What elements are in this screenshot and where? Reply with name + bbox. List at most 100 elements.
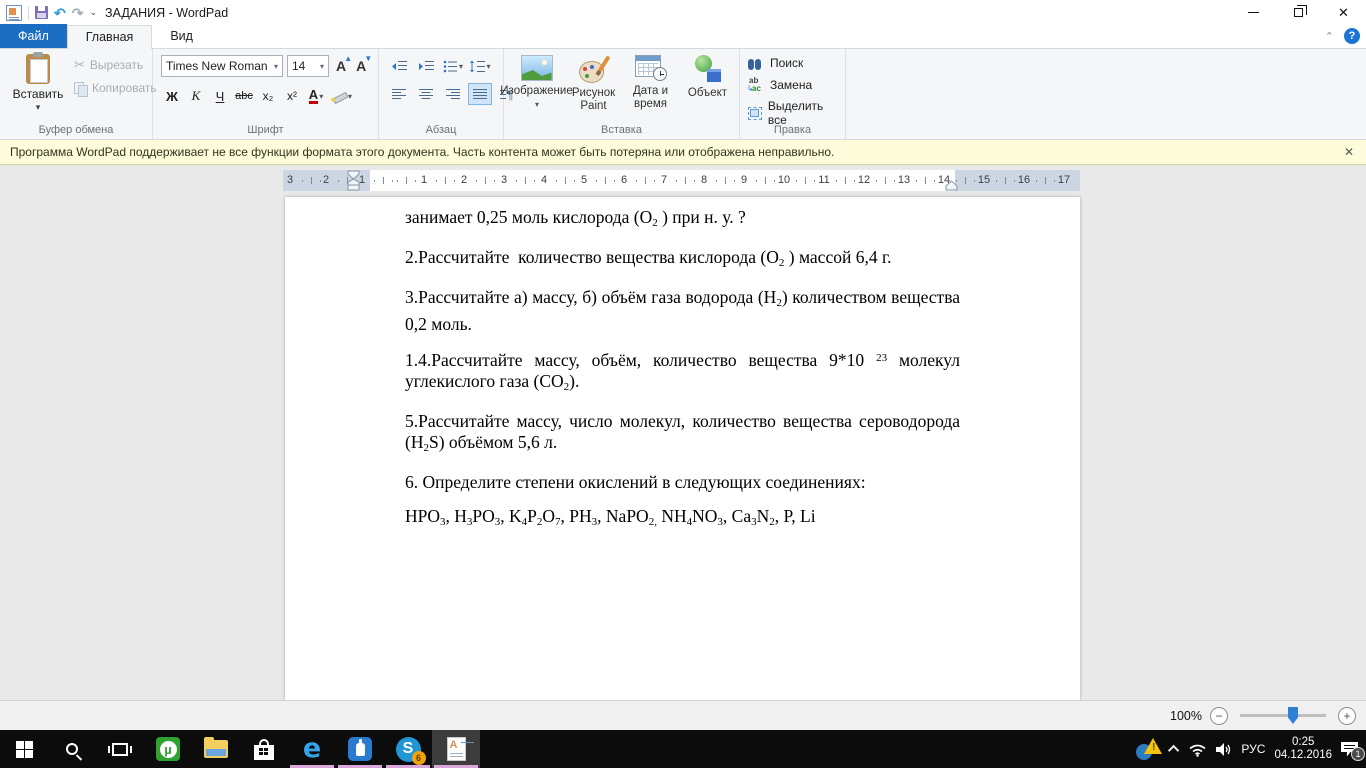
task-view-button[interactable]	[96, 730, 144, 768]
decrease-indent-button[interactable]	[387, 55, 411, 77]
action-center-icon[interactable]: 1	[1341, 742, 1358, 757]
replace-button[interactable]: ab↳ac Замена	[748, 77, 845, 92]
indent-marker-right[interactable]	[945, 170, 959, 191]
start-button[interactable]	[0, 730, 48, 768]
cut-button[interactable]: ✂ Вырезать	[74, 57, 157, 73]
language-indicator[interactable]: РУС	[1241, 742, 1265, 756]
taskbar-skype-button[interactable]: S 6	[384, 730, 432, 768]
ruler-number: 3	[287, 170, 293, 191]
date-time-button[interactable]: Дата и время	[622, 53, 679, 113]
ruler-tick	[311, 177, 312, 184]
paragraph[interactable]: 6. Определите степени окислений в следую…	[405, 472, 960, 493]
document-page[interactable]: занимает 0,25 моль кислорода (O2 ) при н…	[285, 197, 1080, 700]
underline-button[interactable]: Ч	[209, 85, 231, 107]
paragraph[interactable]: занимает 0,25 моль кислорода (O2 ) при н…	[405, 207, 960, 234]
align-right-button[interactable]	[441, 83, 465, 105]
justify-button[interactable]	[468, 83, 492, 105]
taskbar-wordpad-button[interactable]	[432, 730, 480, 768]
italic-button[interactable]: К	[185, 85, 207, 107]
restore-icon	[1294, 8, 1303, 17]
ruler-tick	[805, 177, 806, 184]
indent-marker-left[interactable]	[347, 170, 361, 191]
tab-file[interactable]: Файл	[0, 24, 67, 48]
ruler-tick	[534, 180, 535, 182]
ruler-number: 8	[701, 170, 707, 191]
paint-drawing-button[interactable]: Рисунок Paint	[565, 53, 622, 113]
close-button[interactable]: ✕	[1321, 0, 1366, 25]
select-all-button[interactable]: Выделить все	[748, 99, 845, 127]
redo-icon[interactable]: ↷	[72, 6, 84, 20]
minimize-button[interactable]	[1231, 0, 1276, 25]
bold-button[interactable]: Ж	[161, 85, 183, 107]
grow-font-button[interactable]: A▲	[333, 58, 349, 74]
paragraph[interactable]: 3.Рассчитайте а) массу, б) объём газа во…	[405, 287, 960, 335]
document-content[interactable]: занимает 0,25 моль кислорода (O2 ) при н…	[285, 197, 1080, 533]
ruler-tick	[645, 177, 646, 184]
insert-object-button[interactable]: Объект	[679, 53, 736, 113]
list-button[interactable]: ▾	[441, 55, 465, 77]
font-size-combobox[interactable]: 14 ▾	[287, 55, 329, 77]
ruler-tick	[302, 180, 303, 182]
insert-image-button[interactable]: Изображение ▾	[508, 53, 565, 113]
ruler-tick	[654, 180, 655, 182]
zoom-in-button[interactable]: +	[1338, 707, 1356, 725]
taskbar-utorrent-button[interactable]: µ	[144, 730, 192, 768]
find-button[interactable]: Поиск	[748, 56, 845, 70]
system-tray: ! РУС 0:25 04.12.2016 1	[1136, 730, 1366, 768]
collapse-ribbon-icon[interactable]: ⌃	[1325, 30, 1334, 43]
zoom-out-button[interactable]: −	[1210, 707, 1228, 725]
wordpad-app-icon[interactable]	[6, 5, 22, 21]
align-left-button[interactable]	[387, 83, 411, 105]
ruler-tick	[436, 180, 437, 182]
ruler-number: 11	[818, 170, 829, 191]
font-family-combobox[interactable]: Times New Roman ▾	[161, 55, 283, 77]
align-center-button[interactable]	[414, 83, 438, 105]
strikethrough-button[interactable]: abc	[233, 85, 255, 107]
tray-chevron-up-icon[interactable]	[1168, 745, 1179, 756]
clock[interactable]: 0:25 04.12.2016	[1274, 736, 1332, 762]
highlight-button[interactable]: ▾	[329, 85, 354, 107]
superscript-button[interactable]: x²	[281, 85, 303, 107]
increase-indent-button[interactable]	[414, 55, 438, 77]
save-icon[interactable]	[35, 6, 48, 19]
ruler-tick	[1045, 177, 1046, 184]
paste-button[interactable]: Вставить ▾	[8, 54, 68, 120]
taskbar-search-button[interactable]	[48, 730, 96, 768]
ruler-tick	[320, 180, 321, 182]
taskbar-touch-app-button[interactable]	[336, 730, 384, 768]
ruler-tick	[925, 177, 926, 184]
tab-home[interactable]: Главная	[67, 25, 153, 49]
taskbar-file-explorer-button[interactable]	[192, 730, 240, 768]
restore-button[interactable]	[1276, 0, 1321, 25]
ruler-tick	[574, 180, 575, 182]
paragraph[interactable]: 5.Рассчитайте массу, число молекул, коли…	[405, 411, 960, 459]
font-color-button[interactable]: А ▾	[305, 85, 327, 107]
subscript-button[interactable]: x₂	[257, 85, 279, 107]
shrink-font-button[interactable]: A▼	[353, 58, 369, 74]
volume-icon[interactable]	[1216, 742, 1232, 757]
ruler-number: 13	[898, 170, 910, 191]
skype-badge: 6	[412, 751, 426, 765]
copy-button[interactable]: Копировать	[74, 81, 157, 95]
zoom-slider[interactable]	[1240, 714, 1326, 717]
wifi-icon[interactable]	[1188, 742, 1207, 757]
paste-label: Вставить	[13, 87, 64, 101]
ruler-tick	[716, 180, 717, 182]
ruler[interactable]: 3211234567891011121314151617	[283, 170, 1080, 191]
undo-icon[interactable]: ↶	[54, 6, 66, 20]
paragraph[interactable]: HPO3, H3PO3, K4P2O7, PH3, NaPO2, NH4NO3,…	[405, 506, 960, 533]
tab-view[interactable]: Вид	[152, 25, 211, 48]
zoom-slider-thumb[interactable]	[1288, 707, 1298, 724]
customize-qat-dropdown-icon[interactable]: ⌄	[89, 7, 97, 18]
taskbar-edge-button[interactable]: e	[288, 730, 336, 768]
ruler-number: 10	[778, 170, 790, 191]
taskbar-store-button[interactable]	[240, 730, 288, 768]
up-caret-icon: ▲	[344, 54, 352, 63]
paragraph[interactable]: 2.Рассчитайте количество вещества кислор…	[405, 247, 960, 274]
action-warning-icon[interactable]: !	[1136, 737, 1162, 761]
insert-group: Изображение ▾ Рисунок Paint Дата и время…	[504, 49, 740, 139]
warning-close-icon[interactable]: ✕	[1344, 140, 1354, 164]
paragraph[interactable]: 1.4.Рассчитайте массу, объём, количество…	[405, 348, 960, 398]
help-icon[interactable]: ?	[1344, 28, 1360, 44]
line-spacing-button[interactable]: ▾	[468, 55, 492, 77]
